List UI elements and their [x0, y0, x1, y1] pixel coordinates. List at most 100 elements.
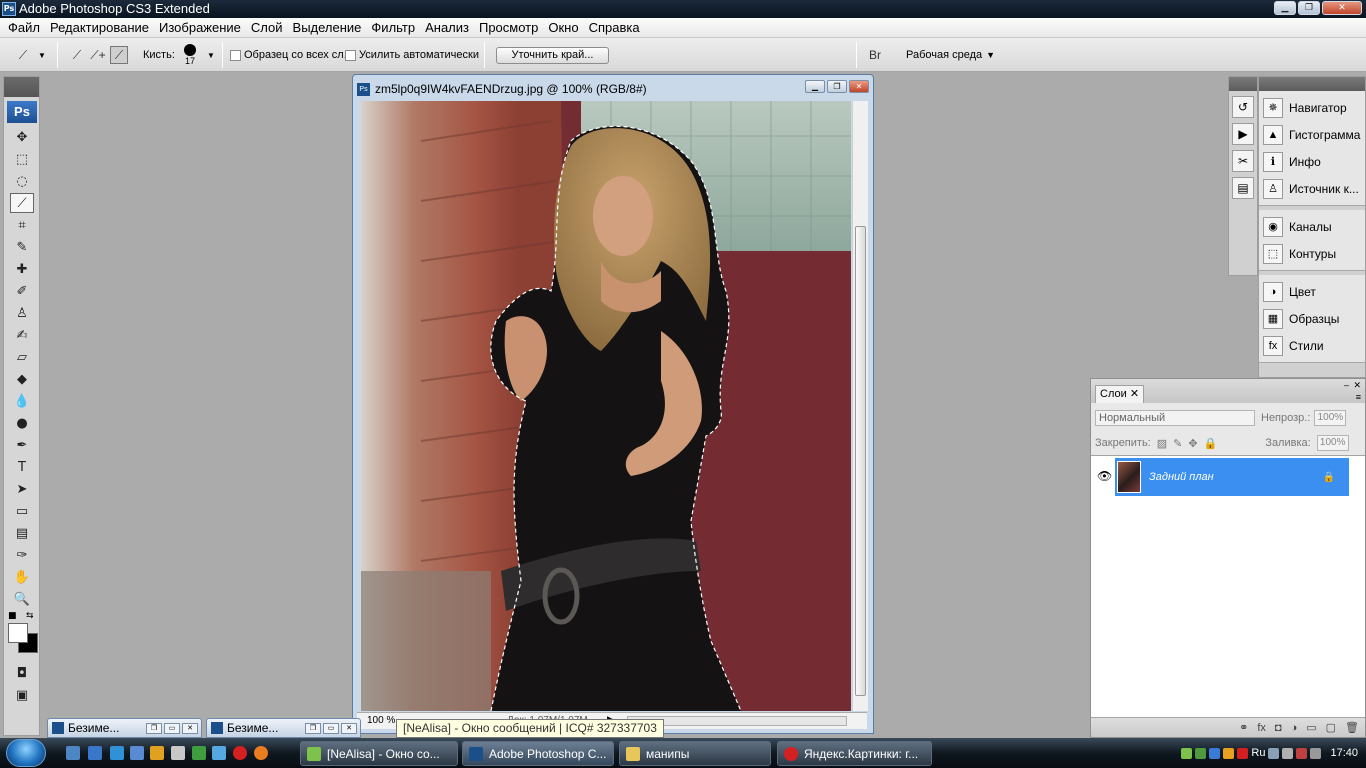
brush-dropdown-arrow-icon[interactable]: ▼ [207, 51, 215, 60]
document-maximize-button[interactable]: ❐ [827, 80, 847, 93]
panel-navigator[interactable]: ✵ Навигатор [1259, 94, 1365, 121]
clock[interactable]: 17:40 [1330, 747, 1358, 759]
menu-select[interactable]: Выделение [288, 19, 367, 37]
close-button[interactable]: ✕ [182, 722, 198, 734]
brush-tool-icon[interactable]: ✐ [10, 281, 34, 301]
zoom-level[interactable]: 100 % [367, 715, 395, 726]
quicklaunch-app3-icon[interactable] [192, 746, 206, 760]
tray-app-icon[interactable] [1195, 747, 1207, 759]
history-brush-tool-icon[interactable]: ✍ [10, 325, 34, 345]
history-icon[interactable]: ↺ [1232, 96, 1254, 118]
actions-icon[interactable]: ▶ [1232, 123, 1254, 145]
vertical-scrollbar[interactable] [852, 101, 868, 711]
menu-view[interactable]: Просмотр [474, 19, 543, 37]
screen-mode-icon[interactable]: ▣ [10, 685, 34, 705]
close-tab-icon[interactable]: ✕ [1130, 388, 1139, 400]
layers-list[interactable]: 👁 Задний план 🔒 [1091, 455, 1365, 719]
lock-transparency-icon[interactable]: ▨ [1157, 437, 1167, 450]
rectangle-tool-icon[interactable]: ▭ [10, 501, 34, 521]
eyedropper-tool-icon[interactable]: ✑ [10, 545, 34, 565]
menu-image[interactable]: Изображение [154, 19, 246, 37]
path-selection-tool-icon[interactable]: ➤ [10, 479, 34, 499]
tray-opera-icon[interactable] [1237, 747, 1249, 759]
preset-dropdown-arrow-icon[interactable]: ▼ [38, 51, 46, 60]
document-minimize-button[interactable]: ▁ [805, 80, 825, 93]
swap-colors-icon[interactable]: ⇆ [26, 611, 34, 621]
dock-grip[interactable] [1259, 77, 1365, 91]
vertical-scrollbar-thumb[interactable] [855, 226, 866, 696]
quicklaunch-app-icon[interactable] [130, 746, 144, 760]
start-button[interactable] [6, 739, 46, 767]
tool-presets-icon[interactable]: ✂ [1232, 150, 1254, 172]
minimize-button[interactable]: ▁ [1274, 1, 1296, 15]
minimized-document-1[interactable]: Безиме... ❐ ▭ ✕ [47, 718, 202, 738]
close-button[interactable]: ✕ [341, 722, 357, 734]
default-colors-icon[interactable]: ■ [8, 611, 17, 621]
foreground-color-swatch[interactable] [8, 623, 28, 643]
lock-pixels-icon[interactable]: ✎ [1173, 437, 1182, 450]
menu-analysis[interactable]: Анализ [420, 19, 474, 37]
quick-selection-tool-preset-icon[interactable]: ⟋ [14, 46, 32, 64]
slice-tool-icon[interactable]: ✎ [10, 237, 34, 257]
panel-info[interactable]: ℹ Инфо [1259, 148, 1365, 175]
workspace-menu[interactable]: Рабочая среда [906, 49, 982, 61]
quick-mask-icon[interactable]: ◘ [10, 663, 34, 683]
layer-mask-icon[interactable]: ◘ [1275, 722, 1282, 734]
panel-styles[interactable]: fx Стили [1259, 332, 1365, 359]
task-photoshop[interactable]: Adobe Photoshop C... [462, 741, 614, 766]
tray-skype-icon[interactable] [1209, 747, 1221, 759]
quicklaunch-mail-icon[interactable] [254, 746, 268, 760]
refine-edge-button[interactable]: Уточнить край... [496, 46, 609, 64]
zoom-tool-icon[interactable]: 🔍 [10, 589, 34, 609]
bridge-icon[interactable]: Br [864, 46, 886, 64]
new-group-icon[interactable]: ▭ [1306, 721, 1316, 734]
dodge-tool-icon[interactable]: ● [10, 413, 34, 433]
menu-filter[interactable]: Фильтр [366, 19, 420, 37]
hand-tool-icon[interactable]: ✋ [10, 567, 34, 587]
menu-help[interactable]: Справка [584, 19, 645, 37]
menu-file[interactable]: Файл [3, 19, 45, 37]
lasso-tool-icon[interactable]: ◌ [10, 171, 34, 191]
task-browser[interactable]: Яндекс.Картинки: г... [777, 741, 932, 766]
quicklaunch-opera-icon[interactable] [233, 746, 247, 760]
pen-tool-icon[interactable]: ✒ [10, 435, 34, 455]
move-tool-icon[interactable]: ✥ [10, 127, 34, 147]
notes-tool-icon[interactable]: ▤ [10, 523, 34, 543]
minimize-panel-icon[interactable]: – [1344, 380, 1349, 390]
quicklaunch-ie-icon[interactable] [110, 746, 124, 760]
dock-grip[interactable] [1229, 77, 1257, 91]
type-tool-icon[interactable]: T [10, 457, 34, 477]
workspace-dropdown-arrow-icon[interactable]: ▼ [986, 50, 995, 60]
panel-paths[interactable]: ⬚ Контуры [1259, 240, 1365, 267]
tray-network-icon[interactable] [1268, 747, 1280, 759]
adjustment-layer-icon[interactable]: ◑ [1291, 722, 1298, 734]
lock-position-icon[interactable]: ✥ [1188, 437, 1197, 450]
document-window[interactable]: Ps zm5lp0q9IW4kvFAENDrzug.jpg @ 100% (RG… [352, 74, 874, 734]
tools-panel-grip[interactable] [4, 77, 39, 97]
fill-field[interactable]: 100% [1316, 435, 1349, 451]
close-button[interactable]: ✕ [1322, 1, 1362, 15]
close-panel-icon[interactable]: ✕ [1353, 380, 1361, 391]
paint-bucket-tool-icon[interactable]: ◆ [10, 369, 34, 389]
layer-background[interactable]: Задний план 🔒 [1115, 458, 1349, 496]
new-selection-icon[interactable]: ⟋ [68, 46, 86, 64]
quicklaunch-app4-icon[interactable] [212, 746, 226, 760]
restore-button[interactable]: ❐ [305, 722, 321, 734]
panel-channels[interactable]: ◉ Каналы [1259, 213, 1365, 240]
new-layer-icon[interactable]: ▢ [1326, 721, 1336, 734]
eye-visibility-icon[interactable]: 👁 [1097, 469, 1112, 483]
tray-volume-icon[interactable] [1310, 747, 1322, 759]
quicklaunch-desktop-icon[interactable] [66, 746, 80, 760]
quicklaunch-app2-icon[interactable] [171, 746, 185, 760]
blend-mode-select[interactable]: Нормальный [1095, 410, 1255, 426]
auto-enhance-checkbox[interactable] [345, 49, 356, 61]
delete-layer-icon[interactable]: 🗑 [1345, 721, 1359, 734]
language-indicator[interactable]: Ru [1251, 747, 1265, 759]
clone-stamp-tool-icon[interactable]: ♙ [10, 303, 34, 323]
menu-window[interactable]: Окно [543, 19, 583, 37]
panel-menu-icon[interactable]: ≡ [1356, 392, 1361, 402]
tray-app2-icon[interactable] [1223, 747, 1235, 759]
image-canvas[interactable] [361, 101, 851, 711]
crop-tool-icon[interactable]: ⌗ [10, 215, 34, 235]
panel-clone-source[interactable]: ♙ Источник к... [1259, 175, 1365, 202]
